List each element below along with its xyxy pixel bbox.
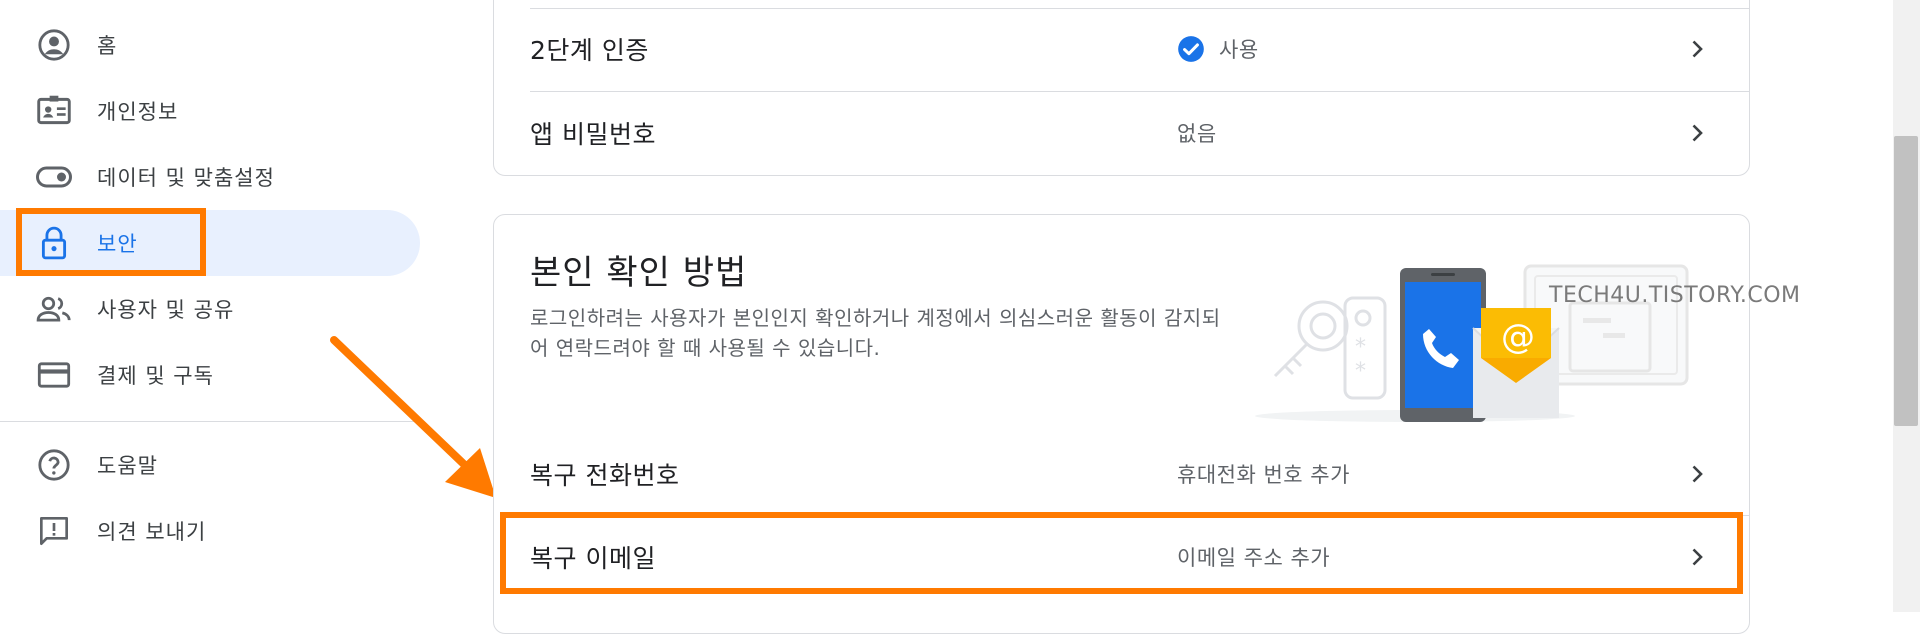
sidebar-item-label: 사용자 및 공유 [97,298,235,322]
sidebar-item-label: 개인정보 [97,100,179,124]
row-title: 복구 이메일 [530,544,656,573]
svg-text:*: * [1355,359,1366,384]
sidebar-item-feedback[interactable]: 의견 보내기 [0,498,420,564]
id-card-icon [36,93,72,129]
two-step-verification-row[interactable]: 2단계 인증 사용 [530,8,1749,90]
recovery-email-row[interactable]: 복구 이메일 이메일 주소 추가 [530,516,1749,598]
row-title: 복구 전화번호 [530,461,680,490]
sidebar-nav: 홈 개인정보 데이터 및 맞춤설정 보안 사용자 및 공유 결제 및 구독 도움… [0,0,430,612]
keys-icon: * * [1273,296,1387,400]
sidebar-item-label: 데이터 및 맞춤설정 [97,166,275,190]
sidebar-item-home[interactable]: 홈 [0,12,420,78]
svg-text:*: * [1355,335,1366,360]
sidebar-item-personal-info[interactable]: 개인정보 [0,78,420,144]
sidebar-item-label: 결제 및 구독 [97,364,214,388]
sidebar-item-data-privacy[interactable]: 데이터 및 맞춤설정 [0,144,420,210]
email-envelope-icon: @ [1472,308,1560,418]
two-step-status: 사용 [1219,38,1259,62]
sidebar-item-label: 도움말 [97,454,158,478]
row-title: 앱 비밀번호 [530,120,656,149]
scrollbar-thumb[interactable] [1894,136,1918,426]
row-value: 이메일 주소 추가 [1177,546,1331,570]
credit-card-icon [36,357,72,393]
watermark-text: TECH4U.TISTORY.COM [1549,283,1801,308]
sidebar-item-label: 홈 [97,34,118,58]
recovery-phone-row[interactable]: 복구 전화번호 휴대전화 번호 추가 [530,433,1749,515]
sidebar-item-help[interactable]: 도움말 [0,432,420,498]
chevron-right-icon [1692,124,1703,142]
row-value: 없음 [1177,122,1217,146]
chevron-right-icon [1692,40,1703,58]
row-value: 사용 [1177,34,1259,64]
help-icon [36,447,72,483]
section-title: 본인 확인 방법 [530,253,748,293]
sidebar-item-label: 보안 [97,232,138,256]
row-value: 휴대전화 번호 추가 [1177,463,1350,487]
sidebar-item-label: 의견 보내기 [97,520,207,544]
chevron-right-icon [1692,465,1703,483]
sidebar-item-payments[interactable]: 결제 및 구독 [0,342,420,408]
lock-icon [36,225,72,261]
toggle-icon [36,159,72,195]
people-icon [36,291,72,327]
sidebar-divider [0,421,420,422]
feedback-icon [36,513,72,549]
section-description: 로그인하려는 사용자가 본인인지 확인하거나 계정에서 의심스러운 활동이 감지… [530,306,1221,360]
sidebar-item-people-sharing[interactable]: 사용자 및 공유 [0,276,420,342]
account-circle-icon [36,27,72,63]
svg-text:@: @ [1501,317,1535,357]
sidebar-item-security[interactable]: 보안 [0,210,420,276]
signin-card: 2단계 인증 사용 앱 비밀번호 없음 [493,0,1750,176]
vertical-scrollbar[interactable] [1893,0,1920,612]
row-title: 2단계 인증 [530,36,649,65]
app-passwords-row[interactable]: 앱 비밀번호 없음 [530,92,1749,174]
check-circle-icon [1177,35,1205,63]
chevron-right-icon [1692,548,1703,566]
